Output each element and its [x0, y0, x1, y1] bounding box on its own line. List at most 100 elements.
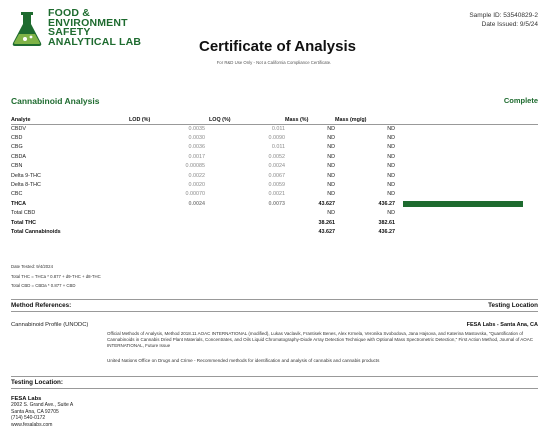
- mass-percent-cell: ND: [327, 163, 335, 170]
- method-references-label: Method References:: [11, 302, 72, 309]
- sample-id: Sample ID: 53540829-2: [469, 12, 538, 19]
- total-thc-formula: Total THC = THCa * 0.877 + d9-THC + d8-T…: [11, 273, 101, 279]
- loq-cell: 0.0021: [268, 191, 286, 198]
- lod-cell: 0.0036: [188, 144, 206, 151]
- mass-bar-cell: [395, 180, 533, 189]
- mass-mg-cell: 436.27: [378, 200, 396, 207]
- lod-cell: 0.0022: [188, 172, 206, 179]
- section-divider: [11, 299, 538, 300]
- lod-cell: 0.0035: [188, 125, 206, 132]
- mass-mg-cell: ND: [387, 163, 395, 170]
- lod-cell: 0.00085: [185, 163, 206, 170]
- mass-percent-cell: 43.627: [318, 228, 336, 235]
- method-reference-text: Official Methods of Analysis, Method 201…: [107, 331, 533, 348]
- lod-cell: 0.00070: [185, 191, 206, 198]
- column-header: LOD (%): [129, 116, 151, 123]
- table-row: CBN 0.00085 0.0024 ND ND: [11, 162, 533, 171]
- mass-mg-cell: ND: [387, 172, 395, 179]
- mass-bar-cell: [395, 133, 533, 142]
- analyte-cell: CBDA: [11, 153, 26, 160]
- mass-percent-cell: ND: [327, 144, 335, 151]
- mass-percent-cell: ND: [327, 191, 335, 198]
- mass-percent-cell: ND: [327, 182, 335, 189]
- lab-location: FESA Labs - Santa Ana, CA: [466, 322, 538, 328]
- mass-bar-cell: [395, 152, 533, 161]
- section-title: Cannabinoid Analysis: [11, 96, 100, 106]
- loq-cell: 0.0052: [268, 153, 286, 160]
- mass-percent-cell: ND: [327, 135, 335, 142]
- loq-cell: 0.0059: [268, 182, 286, 189]
- analyte-cell: CBD: [11, 135, 23, 142]
- section-divider: [11, 376, 538, 377]
- table-row: CBDV 0.0035 0.011 ND ND: [11, 124, 533, 133]
- analyte-cell: CBDV: [11, 125, 26, 132]
- mass-bar-cell: [395, 190, 533, 199]
- mass-mg-cell: 382.61: [378, 219, 396, 226]
- lod-cell: [129, 209, 209, 218]
- mass-bar-cell: [395, 162, 533, 171]
- loq-cell: 0.0067: [268, 172, 286, 179]
- analyte-cell: CBG: [11, 144, 23, 151]
- header-divider: [11, 124, 538, 125]
- table-header-row: Analyte LOD (%) LOQ (%) Mass (%) Mass (m…: [11, 115, 533, 124]
- testing-location-address: FESA Labs 2002 S. Grand Ave., Suite A Sa…: [11, 396, 73, 428]
- page-title: Certificate of Analysis: [199, 38, 356, 55]
- mass-bar-cell: [395, 199, 533, 208]
- date-tested: Date Tested: 9/4/2024: [11, 264, 53, 269]
- section-divider: [11, 388, 538, 389]
- report-header: FOOD & ENVIRONMENT SAFETY ANALYTICAL LAB…: [0, 0, 548, 55]
- un-reference-text: United Nations Office on Drugs and Crime…: [107, 358, 380, 363]
- mass-percent-cell: ND: [327, 125, 335, 132]
- column-header: LOQ (%): [209, 116, 231, 123]
- column-header: Mass (%): [285, 116, 309, 123]
- mass-percent-cell: 38.261: [318, 219, 336, 226]
- table-row: Delta 9-THC 0.0022 0.0067 ND ND: [11, 171, 533, 180]
- column-header: Analyte: [11, 116, 31, 123]
- testing-location-heading: Testing Location: [488, 302, 538, 309]
- analyte-cell: Total Cannabinoids: [11, 228, 61, 235]
- lod-cell: 0.0020: [188, 182, 206, 189]
- analyte-cell: Delta 9-THC: [11, 172, 41, 179]
- analyte-cell: Total THC: [11, 219, 37, 226]
- mass-bar-cell: [395, 124, 533, 133]
- lod-cell: [129, 218, 209, 227]
- lab-logo: FOOD & ENVIRONMENT SAFETY ANALYTICAL LAB: [10, 8, 160, 51]
- lod-cell: 0.0030: [188, 135, 206, 142]
- table-row: CBD 0.0030 0.0090 ND ND: [11, 133, 533, 142]
- mass-percent-cell: ND: [327, 172, 335, 179]
- mass-mg-cell: ND: [387, 135, 395, 142]
- disclaimer: For R&D Use Only - Not a California Comp…: [216, 60, 332, 65]
- analyte-cell: CBN: [11, 163, 23, 170]
- logo-line: ANALYTICAL LAB: [48, 35, 142, 48]
- flask-logo-icon: [12, 12, 42, 46]
- mass-mg-cell: ND: [387, 182, 395, 189]
- table-row: Delta 8-THC 0.0020 0.0059 ND ND: [11, 180, 533, 189]
- status-badge: Complete: [503, 96, 538, 105]
- table-row: CBC 0.00070 0.0021 ND ND: [11, 190, 533, 199]
- mass-mg-cell: ND: [387, 153, 395, 160]
- mass-percent-cell: ND: [327, 210, 335, 217]
- mass-mg-cell: ND: [387, 144, 395, 151]
- mass-bar-cell: [395, 218, 533, 227]
- loq-cell: 0.0073: [268, 200, 286, 207]
- loq-cell: 0.011: [271, 125, 285, 132]
- loq-cell: 0.0024: [268, 163, 286, 170]
- total-cbd-formula: Total CBD = CBDa * 0.877 + CBD: [11, 283, 76, 288]
- loq-cell: [209, 209, 285, 218]
- lod-cell: [129, 227, 209, 236]
- website-link[interactable]: www.fesalabs.com: [11, 422, 73, 428]
- mass-bar: [403, 200, 523, 207]
- table-row: THCA 0.0024 0.0073 43.627 436.27: [11, 199, 533, 208]
- mass-bar-cell: [395, 227, 533, 236]
- loq-cell: 0.011: [271, 144, 285, 151]
- analyte-cell: THCA: [11, 200, 26, 207]
- mass-mg-cell: ND: [387, 210, 395, 217]
- cannabinoid-table: Analyte LOD (%) LOQ (%) Mass (%) Mass (m…: [11, 115, 533, 237]
- testing-location-label: Testing Location:: [11, 379, 64, 386]
- loq-cell: [209, 227, 285, 236]
- column-header: [395, 115, 533, 124]
- analyte-cell: CBC: [11, 191, 23, 198]
- analyte-cell: Delta 8-THC: [11, 182, 41, 189]
- address-line: 2002 S. Grand Ave., Suite A: [11, 402, 74, 409]
- method-profile-name: Cannabinoid Profile (UNODC): [11, 322, 89, 328]
